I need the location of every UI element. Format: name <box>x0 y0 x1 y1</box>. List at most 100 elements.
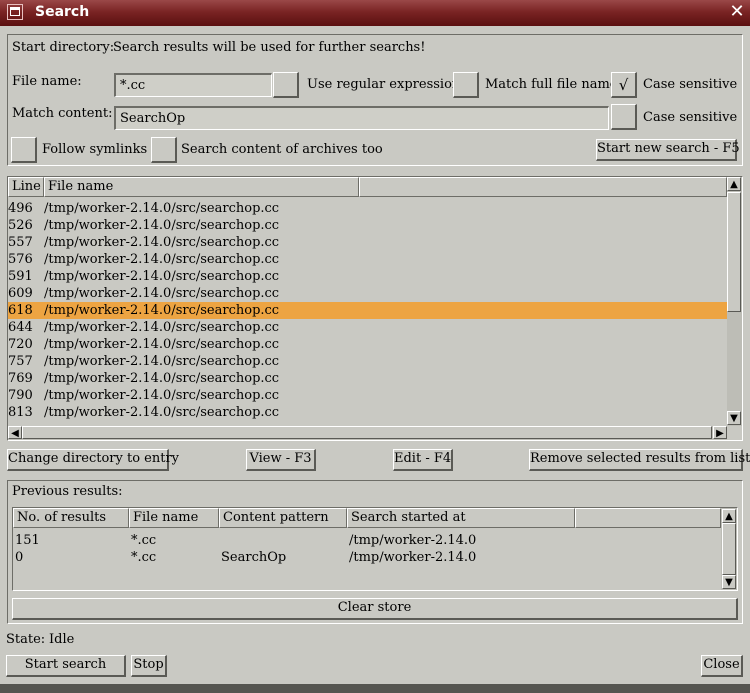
view-button[interactable]: View - F3 <box>246 449 316 471</box>
state-value: Idle <box>49 632 75 647</box>
column-header-search-started[interactable]: Search started at <box>347 508 575 528</box>
case-sensitive-file-checkbox[interactable]: √ <box>611 72 637 98</box>
prev-result-file: *.cc <box>131 533 157 548</box>
column-header-line[interactable]: Line <box>8 177 44 197</box>
result-line-number: 757 <box>8 354 33 369</box>
scroll-left-arrow-icon[interactable]: ◀ <box>8 426 22 439</box>
result-row[interactable]: 790/tmp/worker-2.14.0/src/searchop.cc <box>8 387 727 404</box>
result-line-number: 618 <box>8 303 33 318</box>
column-header-prev-file-name[interactable]: File name <box>129 508 219 528</box>
result-file-name: /tmp/worker-2.14.0/src/searchop.cc <box>44 337 280 352</box>
result-file-name: /tmp/worker-2.14.0/src/searchop.cc <box>44 218 280 233</box>
case-sensitive-file-label: Case sensitive <box>643 77 738 92</box>
prev-result-count: 151 <box>15 533 40 548</box>
prev-result-pattern: SearchOp <box>221 550 287 565</box>
file-name-label: File name: <box>12 74 82 89</box>
result-line-number: 609 <box>8 286 33 301</box>
window-menu-icon[interactable] <box>7 4 23 20</box>
results-rows: 496/tmp/worker-2.14.0/src/searchop.cc 526… <box>8 200 727 426</box>
result-file-name: /tmp/worker-2.14.0/src/searchop.cc <box>44 371 280 386</box>
match-content-label: Match content: <box>12 106 113 121</box>
result-row[interactable]: 557/tmp/worker-2.14.0/src/searchop.cc <box>8 234 727 251</box>
result-file-name: /tmp/worker-2.14.0/src/searchop.cc <box>44 320 280 335</box>
prev-scroll-up-arrow-icon[interactable]: ▲ <box>722 509 736 523</box>
result-line-number: 720 <box>8 337 33 352</box>
file-name-input[interactable]: *.cc <box>114 73 272 97</box>
close-button[interactable]: Close <box>701 655 743 677</box>
results-list[interactable]: Line File name 496/tmp/worker-2.14.0/src… <box>7 176 743 441</box>
result-file-name: /tmp/worker-2.14.0/src/searchop.cc <box>44 405 280 420</box>
result-row[interactable]: 526/tmp/worker-2.14.0/src/searchop.cc <box>8 217 727 234</box>
result-line-number: 526 <box>8 218 33 233</box>
result-file-name: /tmp/worker-2.14.0/src/searchop.cc <box>44 252 280 267</box>
column-header-file-name[interactable]: File name <box>44 177 359 197</box>
previous-scroll-thumb[interactable] <box>722 523 736 575</box>
state-label: State: <box>6 632 46 647</box>
result-line-number: 496 <box>8 201 33 216</box>
result-row[interactable]: 576/tmp/worker-2.14.0/src/searchop.cc <box>8 251 727 268</box>
result-row[interactable]: 644/tmp/worker-2.14.0/src/searchop.cc <box>8 319 727 336</box>
prev-result-started: /tmp/worker-2.14.0 <box>349 533 477 548</box>
scroll-down-arrow-icon[interactable]: ▼ <box>727 411 741 425</box>
results-scroll-thumb[interactable] <box>727 192 741 312</box>
bottom-border <box>0 684 750 693</box>
close-window-icon[interactable]: ✕ <box>729 3 745 21</box>
result-row[interactable]: 757/tmp/worker-2.14.0/src/searchop.cc <box>8 353 727 370</box>
result-file-name: /tmp/worker-2.14.0/src/searchop.cc <box>44 235 280 250</box>
column-header-prev-empty <box>575 508 721 528</box>
results-horizontal-scrollbar[interactable]: ◀ ▶ <box>8 426 727 440</box>
result-line-number: 557 <box>8 235 33 250</box>
follow-symlinks-checkbox[interactable] <box>11 137 37 163</box>
start-directory-value: Search results will be used for further … <box>113 40 426 55</box>
case-sensitive-content-checkbox[interactable] <box>611 104 637 130</box>
result-line-number: 813 <box>8 405 33 420</box>
prev-result-file: *.cc <box>131 550 157 565</box>
remove-results-button[interactable]: Remove selected results from list <box>529 449 750 471</box>
result-row[interactable]: 720/tmp/worker-2.14.0/src/searchop.cc <box>8 336 727 353</box>
start-directory-label: Start directory: <box>12 40 115 55</box>
title-bar[interactable]: Search ✕ <box>0 0 750 26</box>
column-header-content-pattern[interactable]: Content pattern <box>219 508 347 528</box>
column-header-count[interactable]: No. of results <box>13 508 129 528</box>
prev-scroll-down-arrow-icon[interactable]: ▼ <box>722 575 736 589</box>
result-line-number: 790 <box>8 388 33 403</box>
clear-store-button[interactable]: Clear store <box>12 598 738 620</box>
previous-result-row[interactable]: 151 *.cc/tmp/worker-2.14.0 <box>13 532 721 549</box>
change-directory-button[interactable]: Change directory to entry <box>7 449 179 471</box>
previous-vertical-scrollbar[interactable]: ▲ ▼ <box>721 508 737 590</box>
match-full-checkbox[interactable] <box>453 72 479 98</box>
edit-button[interactable]: Edit - F4 <box>393 449 453 471</box>
stop-button[interactable]: Stop <box>131 655 167 677</box>
results-vertical-scrollbar[interactable]: ▲ ▼ <box>727 177 742 426</box>
start-new-search-button[interactable]: Start new search - F5 <box>596 139 740 161</box>
previous-rows: 151 *.cc/tmp/worker-2.14.0 0 *.cc SearchOp/t… <box>13 532 721 588</box>
result-row[interactable]: 609/tmp/worker-2.14.0/src/searchop.cc <box>8 285 727 302</box>
use-regex-checkbox[interactable] <box>273 72 299 98</box>
start-search-button[interactable]: Start search <box>6 655 126 677</box>
result-file-name: /tmp/worker-2.14.0/src/searchop.cc <box>44 269 280 284</box>
match-full-label: Match full file name <box>485 77 618 92</box>
result-row[interactable]: 591/tmp/worker-2.14.0/src/searchop.cc <box>8 268 727 285</box>
scroll-up-arrow-icon[interactable]: ▲ <box>727 177 741 191</box>
previous-results-list[interactable]: No. of results File name Content pattern… <box>12 507 738 591</box>
follow-symlinks-label: Follow symlinks <box>42 142 148 157</box>
result-file-name: /tmp/worker-2.14.0/src/searchop.cc <box>44 354 280 369</box>
window-title: Search <box>35 4 90 20</box>
search-archives-checkbox[interactable] <box>151 137 177 163</box>
case-sensitive-content-label: Case sensitive <box>643 110 738 125</box>
column-header-empty <box>359 177 727 197</box>
result-row[interactable]: 813/tmp/worker-2.14.0/src/searchop.cc <box>8 404 727 421</box>
result-row[interactable]: 769/tmp/worker-2.14.0/src/searchop.cc <box>8 370 727 387</box>
previous-result-row[interactable]: 0 *.cc SearchOp/tmp/worker-2.14.0 <box>13 549 721 566</box>
result-row[interactable]: 618/tmp/worker-2.14.0/src/searchop.cc <box>8 302 727 319</box>
result-file-name: /tmp/worker-2.14.0/src/searchop.cc <box>44 303 280 318</box>
result-line-number: 644 <box>8 320 33 335</box>
result-line-number: 576 <box>8 252 33 267</box>
results-hscroll-thumb[interactable] <box>22 426 712 439</box>
match-content-input[interactable]: SearchOp <box>114 106 609 130</box>
result-line-number: 591 <box>8 269 33 284</box>
prev-result-count: 0 <box>15 550 24 565</box>
use-regex-label: Use regular expression <box>307 77 461 92</box>
scroll-right-arrow-icon[interactable]: ▶ <box>713 426 727 439</box>
result-row[interactable]: 496/tmp/worker-2.14.0/src/searchop.cc <box>8 200 727 217</box>
